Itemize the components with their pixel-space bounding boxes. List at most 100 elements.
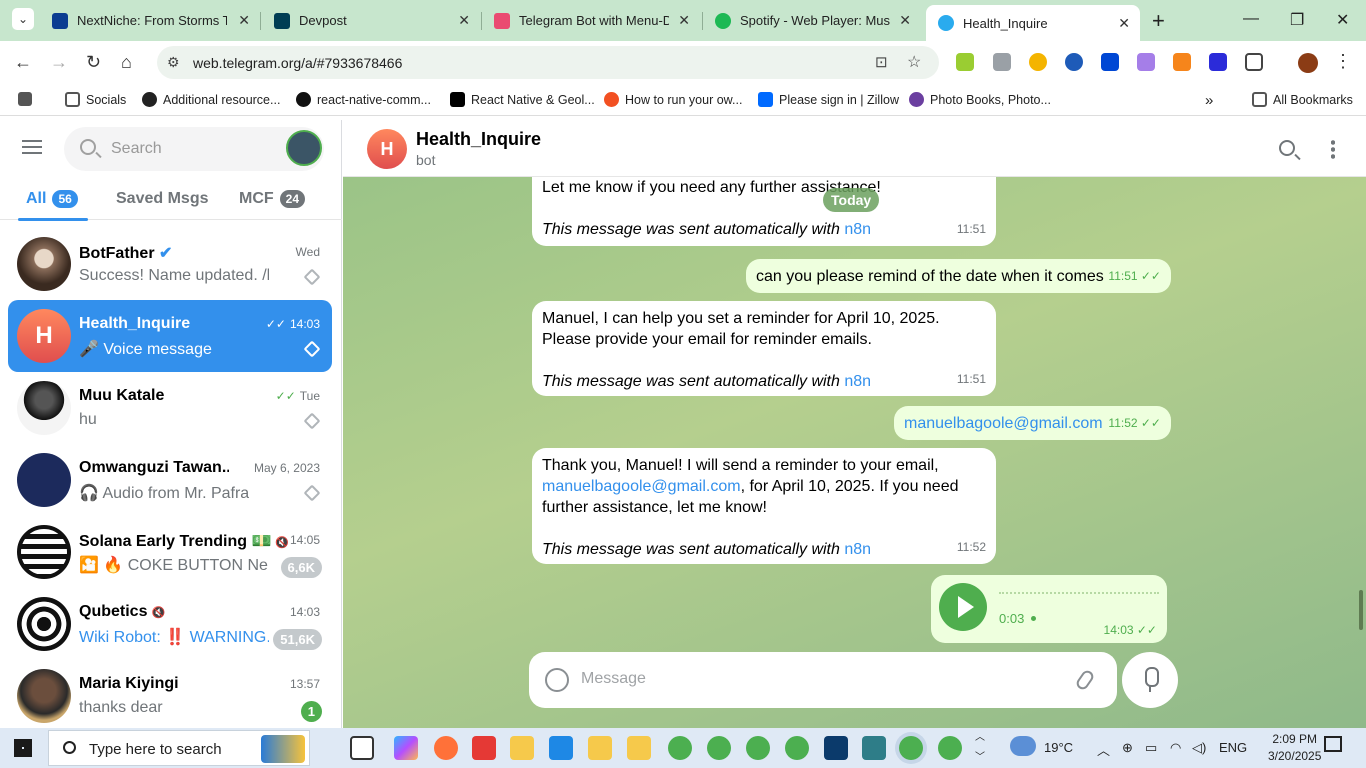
tab-saved-msgs[interactable]: Saved Msgs — [116, 190, 208, 208]
chrome-active-icon[interactable] — [899, 736, 923, 760]
back-icon[interactable]: ← — [14, 52, 32, 73]
message-bubble-incoming[interactable]: Thank you, Manuel! I will send a reminde… — [532, 448, 996, 564]
chrome-profile-icon[interactable] — [707, 736, 731, 760]
search-icon[interactable] — [1279, 140, 1295, 156]
chat-list-item-maria-kiyingi[interactable]: Maria Kiyingi thanks dear 13:57 1 — [8, 660, 332, 732]
chrome-profile-icon[interactable] — [668, 736, 692, 760]
system-clock[interactable]: 2:09 PM 3/20/2025 — [1268, 731, 1321, 765]
browser-tab[interactable]: Spotify - Web Player: Music ✕ — [703, 6, 921, 35]
new-tab-icon[interactable]: + — [1152, 8, 1165, 34]
reload-icon[interactable]: ↻ — [86, 52, 101, 73]
avatar[interactable]: H — [367, 129, 407, 169]
n8n-link[interactable]: n8n — [844, 541, 871, 558]
extension-icon[interactable] — [1209, 53, 1227, 71]
chrome-profile-icon[interactable] — [746, 736, 770, 760]
notifications-icon[interactable] — [1324, 736, 1342, 752]
bookmark-item[interactable]: react-native-comm... — [296, 92, 431, 107]
bookmark-item[interactable]: How to run your ow... — [604, 92, 742, 107]
browser-tab[interactable]: NextNiche: From Storms To ✕ — [40, 6, 260, 35]
volume-icon[interactable]: ◁) — [1192, 740, 1206, 756]
camera-extension-icon[interactable] — [993, 53, 1011, 71]
close-tab-icon[interactable]: ✕ — [458, 12, 470, 29]
windows-start-icon[interactable] — [14, 739, 32, 757]
folder-icon[interactable] — [627, 736, 651, 760]
close-tab-icon[interactable]: ✕ — [899, 12, 911, 29]
wifi-icon[interactable]: ◠ — [1170, 740, 1181, 756]
microphone-icon[interactable] — [1122, 652, 1178, 708]
chat-list-item-muu-katale[interactable]: Muu Katale hu ✓✓ Tue — [8, 372, 332, 444]
email-link[interactable]: manuelbagoole@gmail.com — [904, 415, 1103, 432]
extension-icon[interactable] — [1029, 53, 1047, 71]
play-icon[interactable] — [939, 583, 987, 631]
minimize-icon[interactable]: — — [1243, 10, 1259, 28]
chrome-profile-icon[interactable] — [785, 736, 809, 760]
window-close-icon[interactable]: ✕ — [1336, 10, 1349, 30]
bookmark-item[interactable]: Please sign in | Zillow — [758, 92, 899, 107]
close-tab-icon[interactable]: ✕ — [238, 12, 250, 29]
chat-list-item-omwanguzi[interactable]: Omwanguzi Tawan...🔇 🎧 Audio from Mr. Paf… — [8, 444, 332, 516]
metamask-icon[interactable] — [1173, 53, 1191, 71]
task-view-icon[interactable] — [350, 736, 374, 760]
close-tab-icon[interactable]: ✕ — [1118, 15, 1130, 32]
chat-title[interactable]: Health_Inquire — [416, 129, 541, 150]
close-tab-icon[interactable]: ✕ — [678, 12, 690, 29]
tray-app-icon[interactable]: ⊕ — [1122, 740, 1133, 756]
tab-search-icon[interactable]: ⌄ — [12, 8, 34, 30]
emoji-icon[interactable] — [545, 668, 569, 692]
bookmark-star-icon[interactable]: ☆ — [907, 52, 921, 72]
message-bubble-outgoing[interactable]: can you please remind of the date when i… — [746, 259, 1171, 293]
taskbar-scroll-icon[interactable]: ︿ ﹀ — [975, 728, 985, 768]
story-avatar[interactable] — [286, 130, 322, 166]
show-hidden-icons[interactable]: ︿ — [1097, 740, 1110, 759]
address-bar[interactable]: ⚙ web.telegram.org/a/#7933678466 ⊡ ☆ — [157, 46, 939, 79]
extension-icon[interactable] — [956, 53, 974, 71]
bookmark-folder[interactable]: Socials — [65, 92, 126, 107]
chrome-icon[interactable] — [938, 736, 962, 760]
forward-icon[interactable]: → — [50, 52, 68, 73]
extension-icon[interactable] — [1137, 53, 1155, 71]
taskbar-search-input[interactable]: Type here to search — [48, 730, 310, 766]
weather-temp[interactable]: 19°C — [1044, 740, 1073, 755]
more-bookmarks-icon[interactable]: » — [1205, 92, 1213, 109]
battery-icon[interactable]: ▭ — [1145, 740, 1157, 756]
vpn-extension-icon[interactable] — [1065, 53, 1083, 71]
attach-icon[interactable] — [1074, 668, 1096, 692]
profile-avatar[interactable] — [1298, 53, 1318, 73]
all-bookmarks-folder[interactable]: All Bookmarks — [1252, 92, 1353, 107]
bookmark-item[interactable]: Photo Books, Photo... — [909, 92, 1051, 107]
browser-menu-icon[interactable]: ⋮ — [1334, 51, 1352, 72]
file-explorer-icon[interactable] — [510, 736, 534, 760]
chat-list-item-botfather[interactable]: BotFather ✔ Success! Name updated. /h...… — [8, 228, 332, 300]
search-input[interactable]: Search — [64, 127, 324, 171]
folder-icon[interactable] — [588, 736, 612, 760]
app-icon[interactable] — [824, 736, 848, 760]
apps-grid-icon[interactable] — [18, 92, 38, 106]
site-info-icon[interactable]: ⚙ — [167, 54, 180, 71]
calendar-app-icon[interactable] — [472, 736, 496, 760]
install-app-icon[interactable]: ⊡ — [875, 53, 888, 71]
bookmark-item[interactable]: React Native & Geol... — [450, 92, 595, 107]
browser-tab[interactable]: Telegram Bot with Menu-Dri ✕ — [482, 6, 700, 35]
n8n-link[interactable]: n8n — [844, 373, 871, 390]
chat-list-item-solana[interactable]: Solana Early Trending 💵 🔇 🎦 🔥 COKE BUTTON… — [8, 516, 332, 588]
hamburger-menu-icon[interactable] — [22, 140, 42, 154]
app-icon[interactable] — [862, 736, 886, 760]
copilot-icon[interactable] — [394, 736, 418, 760]
home-icon[interactable]: ⌂ — [121, 52, 132, 73]
extensions-puzzle-icon[interactable] — [1245, 53, 1263, 71]
restore-icon[interactable]: ❐ — [1290, 10, 1304, 30]
chat-scrollbar[interactable] — [1359, 590, 1363, 630]
voice-waveform[interactable] — [999, 592, 1159, 594]
bookmark-item[interactable]: Additional resource... — [142, 92, 280, 107]
n8n-link[interactable]: n8n — [844, 221, 871, 238]
firefox-icon[interactable] — [434, 736, 458, 760]
language-indicator[interactable]: ENG — [1219, 740, 1247, 755]
message-bubble-outgoing[interactable]: manuelbagoole@gmail.com 11:52 ✓✓ — [894, 406, 1171, 440]
downloads-icon[interactable] — [549, 736, 573, 760]
more-options-icon[interactable] — [1331, 139, 1335, 159]
browser-tab[interactable]: Devpost ✕ — [262, 6, 480, 35]
tab-all[interactable]: All 56 — [26, 190, 78, 208]
shield-extension-icon[interactable] — [1101, 53, 1119, 71]
browser-tab-active[interactable]: Health_Inquire ✕ — [926, 5, 1140, 41]
message-bubble-incoming[interactable]: Let me know if you need any further assi… — [532, 170, 996, 246]
